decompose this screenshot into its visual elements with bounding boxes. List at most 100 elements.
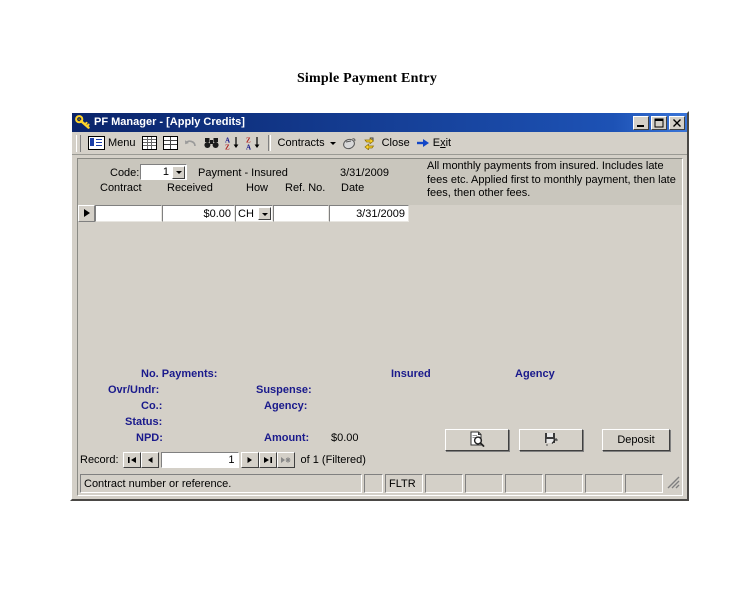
no-payments-label: No. Payments: (141, 368, 218, 380)
toolbar-datasheet-button[interactable] (139, 133, 160, 153)
cell-ref-no[interactable] (273, 205, 329, 222)
npd-label: NPD: (136, 432, 163, 444)
toolbar-menu-label: Menu (108, 137, 136, 149)
datasheet-icon (141, 136, 157, 150)
column-header-date: Date (341, 182, 365, 194)
status-panel-2 (465, 474, 503, 493)
code-label: Code: (110, 167, 140, 179)
toolbar: Menu A Z Z A Contracts Close Exit (72, 132, 687, 155)
window-controls (633, 115, 685, 130)
toolbar-find-button[interactable] (201, 133, 222, 153)
toolbar-sort-ascending-button[interactable]: A Z (222, 133, 243, 153)
apply-credits-form: Code: 1 Payment - Insured 3/31/2009 All … (77, 158, 683, 496)
column-header-received: Received (167, 182, 213, 194)
save-button[interactable] (519, 429, 583, 451)
status-filter-indicator: FLTR (385, 474, 423, 493)
cell-date[interactable]: 3/31/2009 (329, 205, 409, 222)
status-panel-6 (625, 474, 663, 493)
toolbar-separator (267, 135, 271, 151)
sort-descending-icon: Z A (246, 136, 261, 152)
binoculars-find-icon (203, 137, 219, 149)
toolbar-exit-button[interactable]: Exit (413, 133, 454, 153)
toolbar-close-button[interactable]: Close (379, 133, 413, 153)
status-panel-blank (364, 474, 383, 493)
minimize-button[interactable] (633, 115, 649, 130)
status-panel-5 (585, 474, 623, 493)
toolbar-refresh-button[interactable] (360, 133, 379, 153)
header-date: 3/31/2009 (340, 167, 389, 179)
status-panel-3 (505, 474, 543, 493)
toolbar-undo-button[interactable] (181, 133, 201, 153)
deposit-button-label: Deposit (617, 434, 655, 446)
code-combobox[interactable]: 1 (140, 164, 187, 180)
form-header-band: Code: 1 Payment - Insured 3/31/2009 All … (78, 159, 682, 205)
close-button[interactable] (669, 115, 685, 130)
status-panel-1 (425, 474, 463, 493)
table-view-icon (162, 136, 178, 150)
maximize-button[interactable] (651, 115, 667, 130)
status-label: Status: (125, 416, 163, 428)
summary-panel: Insured Agency No. Payments: Ovr/Undr: S… (78, 365, 682, 445)
mouse-icon (342, 137, 357, 150)
agency-label: Agency: (264, 400, 308, 412)
first-record-button[interactable] (122, 452, 141, 468)
toolbar-table-view-button[interactable] (160, 133, 181, 153)
code-description: Payment - Insured (198, 167, 288, 179)
record-total: of 1 (Filtered) (300, 454, 366, 466)
refresh-icon (363, 136, 376, 151)
record-selector[interactable] (78, 205, 95, 222)
window-title: PF Manager - [Apply Credits] (94, 116, 245, 128)
table-row: $0.00 CH 3/31/2009 (78, 205, 682, 222)
cell-received[interactable]: $0.00 (162, 205, 235, 222)
preview-button[interactable] (445, 429, 509, 451)
ovr-undr-label: Ovr/Undr: (108, 384, 160, 396)
chevron-down-icon (329, 141, 336, 145)
column-header-contract: Contract (100, 182, 142, 194)
code-dropdown-button[interactable] (172, 165, 185, 179)
last-record-button[interactable] (258, 452, 277, 468)
page-title: Simple Payment Entry (296, 71, 438, 86)
record-navigator: Record: 1 of 1 (Filtered) (80, 451, 680, 469)
grid-column-headers: Contract Received How Ref. No. Date (78, 181, 682, 197)
record-label: Record: (80, 454, 119, 466)
summary-column-insured: Insured (391, 368, 431, 380)
amount-label: Amount: (264, 432, 310, 444)
toolbar-grip[interactable] (76, 134, 81, 152)
undo-icon (184, 137, 198, 149)
client-area: Code: 1 Payment - Insured 3/31/2009 All … (72, 155, 687, 499)
toolbar-menu-button[interactable]: Menu (85, 133, 139, 153)
column-header-how: How (246, 182, 269, 194)
status-bar: Contract number or reference. FLTR (80, 474, 680, 493)
toolbar-contracts-button[interactable]: Contracts (275, 133, 339, 153)
suspense-label: Suspense: (256, 384, 312, 396)
menu-form-icon (88, 136, 105, 150)
cell-how[interactable]: CH (235, 205, 273, 222)
toolbar-sort-descending-button[interactable]: Z A (243, 133, 264, 153)
svg-text:A: A (246, 144, 251, 151)
save-edit-icon (543, 431, 560, 450)
new-record-button[interactable] (276, 452, 295, 468)
resize-grip[interactable] (665, 474, 680, 493)
svg-text:Z: Z (225, 144, 230, 151)
title-bar: PF Manager - [Apply Credits] (72, 113, 687, 132)
key-icon (75, 115, 91, 130)
exit-arrow-icon (416, 137, 430, 149)
deposit-button[interactable]: Deposit (602, 429, 670, 451)
cell-contract[interactable] (95, 205, 162, 222)
current-record-input[interactable]: 1 (160, 452, 239, 468)
toolbar-mouse-button[interactable] (339, 133, 360, 153)
toolbar-close-label: Close (381, 137, 410, 149)
next-record-button[interactable] (240, 452, 259, 468)
how-dropdown-button[interactable] (258, 207, 271, 220)
column-header-refno: Ref. No. (285, 182, 326, 194)
status-message: Contract number or reference. (80, 474, 362, 493)
amount-value: $0.00 (331, 432, 359, 444)
summary-column-agency: Agency (515, 368, 555, 380)
preview-document-icon (469, 431, 486, 450)
code-value: 1 (162, 166, 169, 178)
toolbar-exit-label: Exit (432, 137, 452, 149)
previous-record-button[interactable] (140, 452, 159, 468)
sort-ascending-icon: A Z (225, 136, 240, 152)
application-window: PF Manager - [Apply Credits] Menu A Z Z … (70, 111, 689, 501)
status-panel-4 (545, 474, 583, 493)
